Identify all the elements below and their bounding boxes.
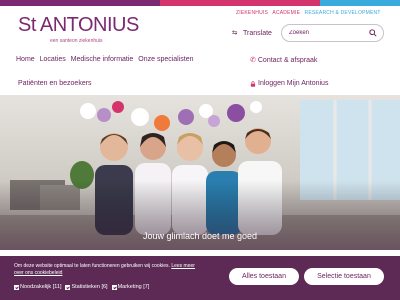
lock-icon bbox=[250, 80, 256, 87]
nav-item-patienten-bezoekers[interactable]: Patiënten en bezoekers bbox=[18, 80, 92, 87]
login-link[interactable]: Inloggen Mijn Antonius bbox=[250, 80, 328, 87]
cookie-text-block: Om deze website optimaal te laten functi… bbox=[14, 263, 204, 277]
nav-item-locaties[interactable]: Locaties bbox=[40, 56, 66, 63]
translate-link[interactable]: ⇆ Translate bbox=[232, 28, 272, 38]
logo-tagline: een santeon ziekenhuis bbox=[50, 38, 103, 44]
translate-label: Translate bbox=[243, 29, 272, 37]
cookie-message: Om deze website optimaal te laten functi… bbox=[14, 263, 170, 269]
contact-label: Contact & afspraak bbox=[257, 56, 318, 64]
toplink-research[interactable]: RESEARCH & DEVELOPMENT bbox=[305, 10, 381, 16]
svg-text:⇆: ⇆ bbox=[232, 28, 238, 36]
phone-icon: ✆ bbox=[250, 57, 256, 64]
brand-color-bar bbox=[0, 0, 400, 6]
cookie-option-label: Statistieken [6] bbox=[71, 284, 108, 290]
cookie-options: Noodzakelijk [11] Statistieken [6] Marke… bbox=[14, 284, 149, 290]
cookie-option-label: Marketing [7] bbox=[117, 284, 150, 290]
logo-wordmark: St ANTONIUS bbox=[18, 14, 139, 36]
cookie-option-label: Noodzakelijk [11] bbox=[20, 284, 62, 290]
search-icon[interactable] bbox=[369, 29, 377, 37]
main-navigation: Home Locaties Medische informatie Onze s… bbox=[16, 56, 197, 63]
contact-link[interactable]: ✆ Contact & afspraak bbox=[250, 56, 318, 65]
nav-item-medische-informatie[interactable]: Medische informatie bbox=[71, 56, 134, 63]
cookie-option-marketing[interactable]: Marketing [7] bbox=[111, 284, 150, 290]
checkbox-necessary[interactable] bbox=[14, 284, 19, 290]
color-bar-segment bbox=[240, 0, 320, 6]
toplink-academie[interactable]: ACADEMIE bbox=[272, 10, 300, 16]
search-box bbox=[281, 24, 384, 42]
nav-item-home[interactable]: Home bbox=[16, 56, 35, 63]
site-logo[interactable]: St ANTONIUS een santeon ziekenhuis bbox=[18, 14, 139, 44]
checkbox-marketing[interactable] bbox=[111, 284, 117, 290]
color-bar-segment bbox=[0, 0, 80, 6]
login-label: Inloggen Mijn Antonius bbox=[258, 80, 329, 87]
color-bar-segment bbox=[80, 0, 160, 6]
hero-caption: Jouw glimlach doet me goed bbox=[142, 231, 258, 241]
accept-all-button[interactable]: Alles toestaan bbox=[229, 268, 299, 285]
accept-selection-button[interactable]: Selectie toestaan bbox=[304, 268, 384, 285]
cookie-option-necessary[interactable]: Noodzakelijk [11] bbox=[14, 284, 61, 290]
search-input[interactable] bbox=[289, 27, 369, 39]
color-bar-segment bbox=[160, 0, 240, 6]
translate-icon: ⇆ bbox=[232, 28, 240, 38]
top-links: ZIEKENHUIS ACADEMIE RESEARCH & DEVELOPME… bbox=[236, 10, 384, 16]
color-bar-segment bbox=[320, 0, 400, 6]
toplink-ziekenhuis[interactable]: ZIEKENHUIS bbox=[236, 10, 268, 16]
checkbox-statistics[interactable] bbox=[65, 284, 71, 290]
cookie-banner: Om deze website optimaal te laten functi… bbox=[0, 256, 400, 300]
cookie-option-statistics[interactable]: Statistieken [6] bbox=[65, 284, 108, 290]
nav-item-onze-specialisten[interactable]: Onze specialisten bbox=[138, 56, 193, 63]
